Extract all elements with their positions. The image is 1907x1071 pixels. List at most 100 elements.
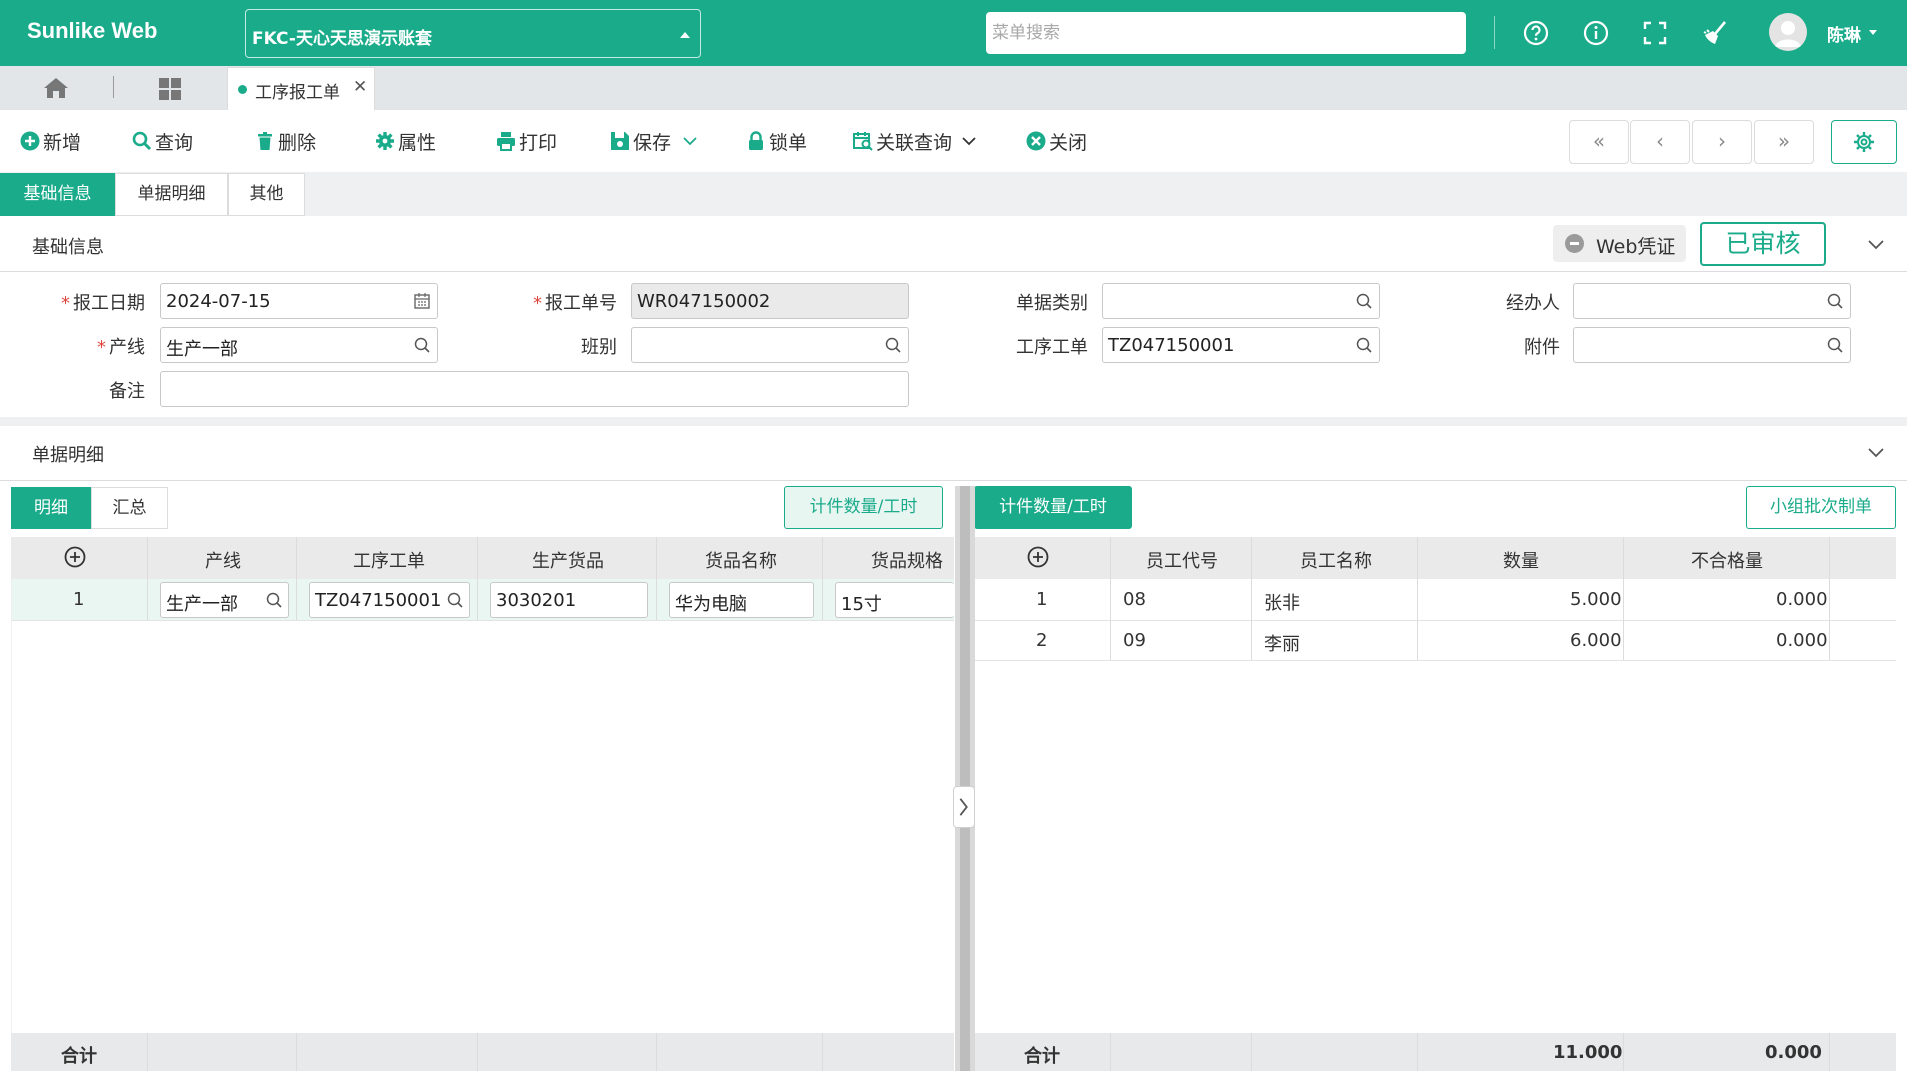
chevron-down-icon[interactable]: [1869, 30, 1877, 35]
next-record-button[interactable]: ›: [1692, 120, 1752, 164]
add-row-icon[interactable]: [64, 546, 86, 568]
piece-qty-hours-tab[interactable]: 计件数量/工时: [974, 486, 1132, 529]
tab-label: 工序报工单: [255, 83, 340, 103]
help-icon[interactable]: [1521, 18, 1551, 48]
search-icon[interactable]: [1355, 292, 1373, 310]
doc-type-field[interactable]: [1102, 283, 1380, 319]
menu-search-input[interactable]: [986, 12, 1466, 54]
subtab-summary[interactable]: 汇总: [91, 487, 168, 529]
collapse-chevron-icon[interactable]: [1868, 240, 1884, 250]
tab-basic-info[interactable]: 基础信息: [0, 173, 115, 216]
close-tab-icon[interactable]: ✕: [353, 77, 367, 97]
chevron-down-icon[interactable]: [683, 136, 697, 146]
report-date-field[interactable]: 2024-07-15: [160, 283, 438, 319]
web-voucher-button[interactable]: Web凭证: [1553, 225, 1686, 262]
right-total-row: [975, 1033, 1896, 1071]
attachment-field[interactable]: [1573, 327, 1851, 363]
home-icon[interactable]: [43, 77, 69, 99]
properties-button[interactable]: 属性: [375, 128, 436, 154]
trash-icon: [258, 132, 272, 150]
chevron-left-icon: ‹: [1656, 129, 1664, 153]
new-button[interactable]: 新增: [20, 128, 81, 154]
broom-icon[interactable]: [1700, 18, 1730, 48]
row-emp-code[interactable]: 08: [1123, 589, 1146, 610]
chevron-right-icon: ›: [1718, 129, 1726, 153]
account-selector[interactable]: FKC-天心天思演示账套: [245, 9, 701, 58]
row-qty[interactable]: 5.000: [1570, 589, 1622, 610]
search-icon[interactable]: [413, 336, 431, 354]
tab-doc-detail[interactable]: 单据明细: [115, 173, 228, 216]
shift-field[interactable]: [631, 327, 909, 363]
row-qty[interactable]: 6.000: [1570, 630, 1622, 651]
row-work-order-input[interactable]: TZ047150001: [309, 582, 470, 618]
apps-grid-icon[interactable]: [158, 77, 182, 101]
row-defect[interactable]: 0.000: [1776, 589, 1828, 610]
doc-detail-panel: [0, 426, 1907, 1071]
calendar-icon[interactable]: [413, 292, 431, 310]
tab-process-report[interactable]: 工序报工单 ✕: [227, 67, 375, 110]
row-line-input[interactable]: 生产一部: [160, 582, 289, 618]
row-emp-name[interactable]: 张非: [1264, 589, 1300, 615]
add-row-icon[interactable]: [1027, 546, 1049, 568]
settings-button[interactable]: [1831, 120, 1897, 164]
close-circle-icon: [1026, 131, 1046, 151]
avatar[interactable]: [1769, 13, 1807, 51]
group-batch-button[interactable]: 小组批次制单: [1746, 486, 1896, 529]
search-icon[interactable]: [1826, 336, 1844, 354]
search-icon[interactable]: [446, 591, 464, 609]
search-icon[interactable]: [265, 591, 283, 609]
left-total-row: [11, 1033, 954, 1071]
work-order-field[interactable]: TZ047150001: [1102, 327, 1380, 363]
row-product-input[interactable]: 3030201: [490, 582, 648, 618]
grid-line: [1417, 537, 1418, 660]
row-number: 2: [1036, 630, 1048, 651]
first-record-button[interactable]: «: [1569, 120, 1629, 164]
grid-line: [1110, 1033, 1111, 1071]
close-button[interactable]: 关闭: [1026, 128, 1087, 154]
report-no-field[interactable]: WR047150002: [631, 283, 909, 319]
remark-field[interactable]: [160, 371, 909, 407]
total-defect: 0.000: [1765, 1042, 1822, 1063]
subtab-detail[interactable]: 明细: [11, 487, 91, 529]
line-field[interactable]: 生产一部: [160, 327, 438, 363]
report-date-label: * 报工日期: [61, 293, 145, 314]
expand-splitter-button[interactable]: [953, 786, 975, 828]
fullscreen-icon[interactable]: [1640, 18, 1670, 48]
grid-line: [656, 537, 657, 620]
search-icon[interactable]: [1826, 292, 1844, 310]
doc-type-label: 单据类别: [1016, 293, 1088, 314]
grid-line: [477, 1033, 478, 1071]
collapse-chevron-icon[interactable]: [1868, 448, 1884, 458]
work-order-label: 工序工单: [1016, 337, 1088, 358]
row-product-spec-input[interactable]: 15寸: [835, 582, 954, 618]
lock-button[interactable]: 锁单: [746, 128, 807, 154]
last-record-button[interactable]: »: [1754, 120, 1814, 164]
save-button[interactable]: 保存: [610, 128, 700, 154]
handler-field[interactable]: [1573, 283, 1851, 319]
grid-line: [1110, 537, 1111, 660]
tab-other[interactable]: 其他: [228, 173, 305, 216]
info-icon[interactable]: [1581, 18, 1611, 48]
calendar-search-icon: [853, 132, 873, 151]
report-no-label: * 报工单号: [533, 293, 617, 314]
username[interactable]: 陈琳: [1827, 21, 1861, 46]
prev-record-button[interactable]: ‹: [1630, 120, 1690, 164]
row-emp-name[interactable]: 李丽: [1264, 630, 1300, 656]
search-icon[interactable]: [884, 336, 902, 354]
divider: [0, 271, 1907, 272]
app-logo: Sunlike Web: [27, 18, 158, 43]
row-product-name-input[interactable]: 华为电脑: [669, 582, 814, 618]
divider: [0, 480, 1907, 481]
plus-circle-icon: [20, 131, 40, 151]
piece-qty-hours-button[interactable]: 计件数量/工时: [784, 486, 943, 529]
grid-line: [1417, 1033, 1418, 1071]
query-button[interactable]: 查询: [132, 128, 193, 154]
search-icon[interactable]: [1355, 336, 1373, 354]
related-query-button[interactable]: 关联查询: [853, 128, 979, 154]
attachment-label: 附件: [1524, 337, 1560, 358]
print-button[interactable]: 打印: [496, 128, 557, 154]
row-emp-code[interactable]: 09: [1123, 630, 1146, 651]
delete-button[interactable]: 删除: [255, 128, 316, 154]
chevron-down-icon[interactable]: [962, 136, 976, 146]
row-defect[interactable]: 0.000: [1776, 630, 1828, 651]
